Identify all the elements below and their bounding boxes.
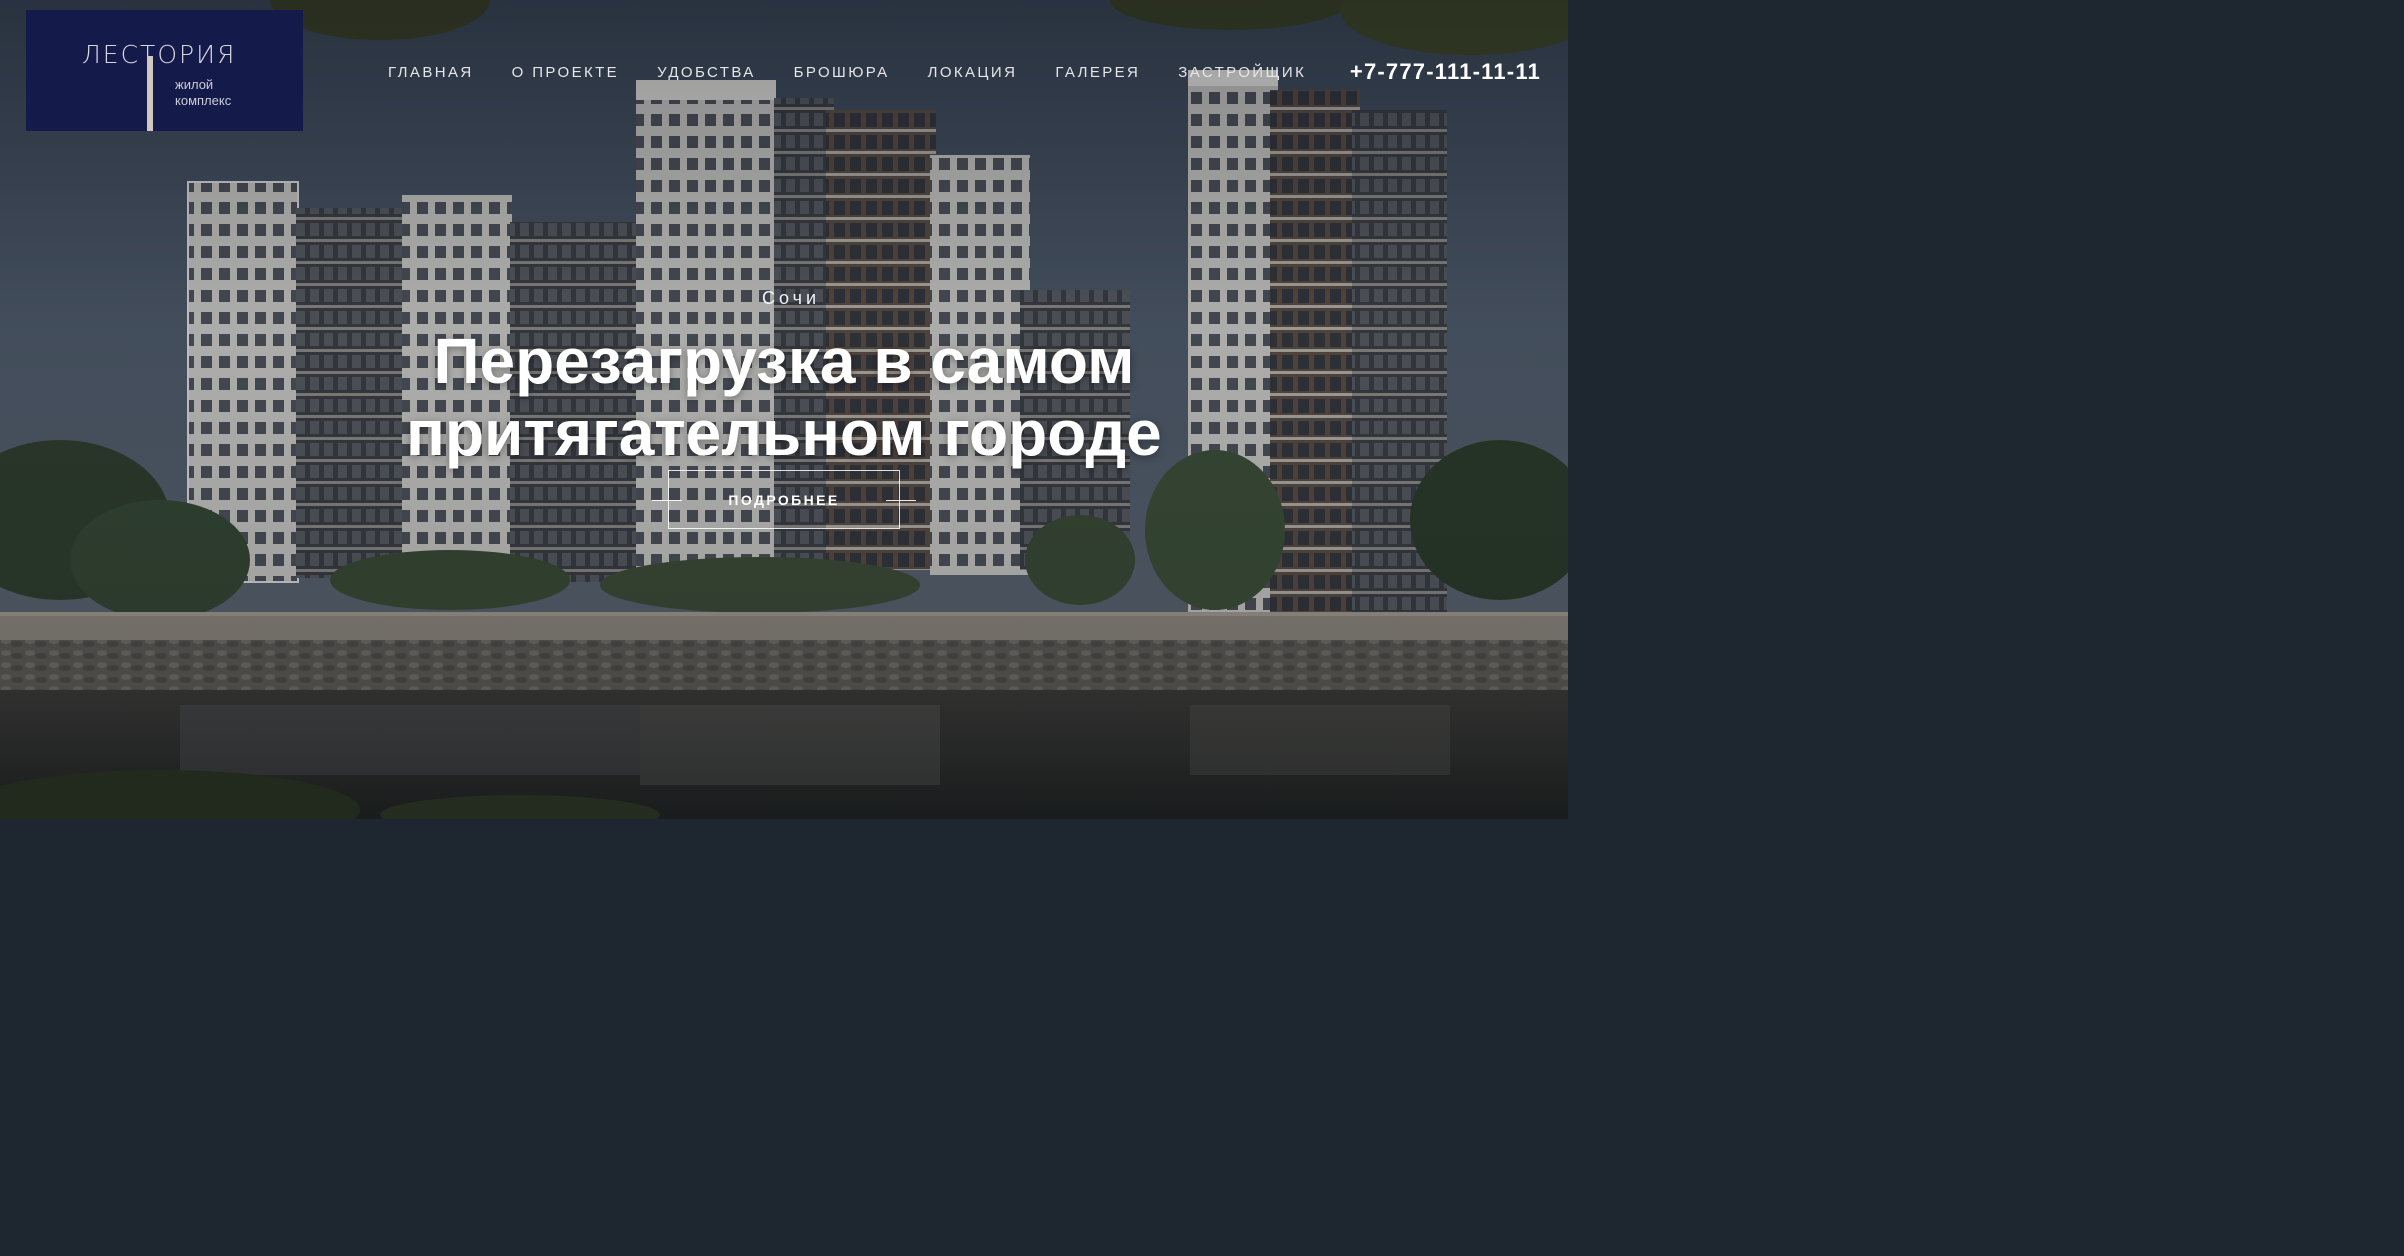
hero-title: Перезагрузка в самом притягательном горо… bbox=[0, 325, 1568, 469]
hero-section: ЛЕСТОРИЯ жилой комплекс ГЛАВНАЯ О ПРОЕКТ… bbox=[0, 0, 1568, 819]
logo-subtitle: жилой комплекс bbox=[175, 77, 231, 109]
nav-item-home[interactable]: ГЛАВНАЯ bbox=[388, 64, 474, 81]
more-button[interactable]: ПОДРОБНЕЕ bbox=[668, 470, 900, 529]
logo-title: ЛЕСТОРИЯ bbox=[82, 40, 237, 69]
logo-subtitle-line1: жилой bbox=[175, 77, 214, 92]
site-logo[interactable]: ЛЕСТОРИЯ жилой комплекс bbox=[26, 10, 303, 131]
nav-item-gallery[interactable]: ГАЛЕРЕЯ bbox=[1055, 64, 1140, 81]
hero-content: Сочи Перезагрузка в самом притягательном… bbox=[0, 288, 1568, 469]
logo-mark bbox=[147, 56, 153, 131]
phone-link[interactable]: +7-777-111-11-11 bbox=[1350, 59, 1541, 85]
nav-item-about[interactable]: О ПРОЕКТЕ bbox=[512, 64, 619, 81]
hero-title-line1: Перезагрузка в самом bbox=[433, 325, 1135, 397]
hero-city: Сочи bbox=[761, 288, 821, 308]
logo-subtitle-line2: комплекс bbox=[175, 93, 232, 108]
nav-item-location[interactable]: ЛОКАЦИЯ bbox=[928, 64, 1018, 81]
nav-item-amenities[interactable]: УДОБСТВА bbox=[657, 64, 756, 81]
more-button-wrap: ПОДРОБНЕЕ bbox=[652, 470, 916, 531]
nav-item-developer[interactable]: ЗАСТРОЙЩИК bbox=[1178, 64, 1306, 81]
hero-title-line2: притягательном городе bbox=[406, 397, 1162, 469]
more-button-right-line bbox=[886, 500, 916, 501]
main-nav: ГЛАВНАЯ О ПРОЕКТЕ УДОБСТВА БРОШЮРА ЛОКАЦ… bbox=[388, 64, 1306, 81]
nav-item-brochure[interactable]: БРОШЮРА bbox=[794, 64, 890, 81]
